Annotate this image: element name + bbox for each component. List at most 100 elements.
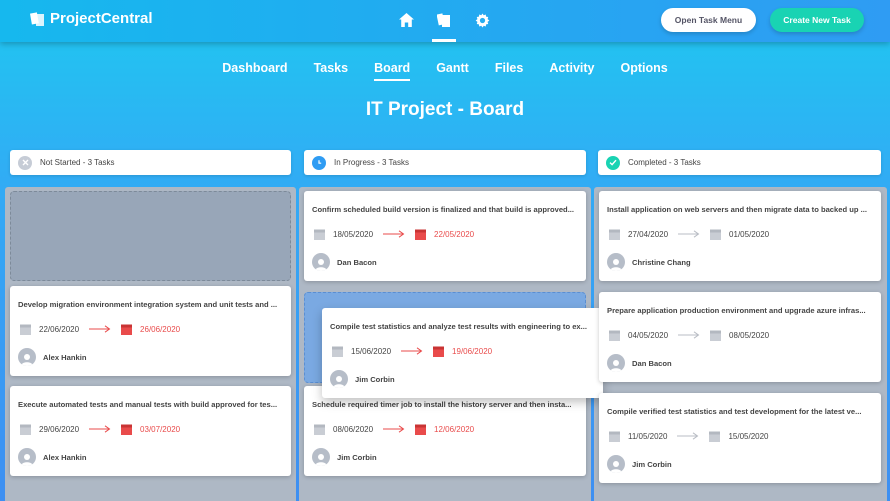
calendar-icon	[20, 424, 31, 435]
tasks-icon[interactable]	[432, 13, 456, 42]
calendar-icon	[609, 229, 620, 240]
tab-tasks[interactable]: Tasks	[301, 61, 362, 75]
start-date: 18/05/2020	[333, 229, 374, 239]
assignee-name: Jim Corbin	[337, 452, 377, 462]
column-header-in-progress: In Progress - 3 Tasks	[304, 150, 586, 175]
avatar	[330, 370, 348, 388]
task-card[interactable]: Confirm scheduled build version is final…	[304, 191, 586, 281]
calendar-icon	[20, 324, 31, 335]
end-date: 01/05/2020	[729, 229, 770, 239]
app-logo[interactable]: ProjectCentral	[30, 10, 153, 27]
start-date: 22/06/2020	[39, 324, 80, 334]
column-header-not-started: Not Started - 3 Tasks	[10, 150, 291, 175]
task-card[interactable]: Execute automated tests and manual tests…	[10, 386, 291, 476]
arrow-right-icon	[678, 331, 700, 339]
avatar	[18, 348, 36, 366]
task-title: Schedule required timer job to install t…	[312, 400, 572, 409]
calendar-due-icon	[121, 424, 133, 435]
calendar-icon	[710, 330, 722, 341]
calendar-due-icon	[415, 424, 427, 435]
settings-icon[interactable]	[472, 13, 492, 31]
start-date: 08/06/2020	[333, 424, 374, 434]
calendar-icon	[314, 229, 325, 240]
calendar-due-icon	[415, 229, 427, 240]
task-title: Prepare application production environme…	[607, 306, 866, 315]
top-bar: ProjectCentral Open Task Menu Create New…	[0, 0, 890, 42]
page-title: IT Project - Board	[365, 99, 525, 120]
column-header-completed: Completed - 3 Tasks	[598, 150, 881, 175]
start-date: 29/06/2020	[39, 424, 80, 434]
start-date: 15/06/2020	[351, 346, 392, 356]
tab-options[interactable]: Options	[608, 61, 681, 75]
end-date: 08/05/2020	[729, 330, 770, 340]
arrow-right-icon	[677, 432, 699, 440]
assignee-name: Dan Bacon	[632, 358, 672, 368]
end-date: 19/06/2020	[452, 346, 493, 356]
check-circle-icon	[606, 155, 620, 170]
app-title: ProjectCentral	[50, 10, 153, 27]
arrow-right-icon	[89, 325, 111, 333]
calendar-icon	[609, 330, 620, 341]
task-title: Compile test statistics and analyze test…	[330, 322, 587, 331]
task-title: Install application on web servers and t…	[607, 205, 867, 214]
create-new-task-button[interactable]: Create New Task	[770, 8, 864, 32]
tab-files[interactable]: Files	[482, 61, 537, 75]
calendar-icon	[709, 431, 721, 442]
assignee-name: Jim Corbin	[632, 459, 672, 469]
assignee-name: Christine Chang	[632, 257, 691, 267]
logo-icon	[30, 11, 44, 26]
end-date: 15/05/2020	[728, 431, 769, 441]
task-title: Compile verified test statistics and tes…	[607, 407, 862, 416]
end-date: 22/05/2020	[434, 229, 475, 239]
task-card[interactable]: Compile verified test statistics and tes…	[599, 393, 881, 483]
arrow-right-icon	[383, 230, 405, 238]
board-subnav: Dashboard Tasks Board Gantt Files Activi…	[0, 61, 890, 81]
arrow-right-icon	[678, 230, 700, 238]
arrow-right-icon	[89, 425, 111, 433]
close-circle-icon	[18, 155, 32, 170]
tab-activity[interactable]: Activity	[536, 61, 607, 75]
end-date: 03/07/2020	[140, 424, 181, 434]
task-card[interactable]: Develop migration environment integratio…	[10, 286, 291, 376]
calendar-due-icon	[121, 324, 133, 335]
start-date: 27/04/2020	[628, 229, 669, 239]
tab-dashboard[interactable]: Dashboard	[209, 61, 300, 75]
assignee-name: Dan Bacon	[337, 257, 377, 267]
open-task-menu-button[interactable]: Open Task Menu	[661, 8, 756, 32]
arrow-right-icon	[401, 347, 423, 355]
assignee-name: Alex Hankin	[43, 352, 87, 362]
avatar	[607, 253, 625, 271]
calendar-icon	[609, 431, 620, 442]
task-card[interactable]: Install application on web servers and t…	[599, 191, 881, 281]
task-card[interactable]: Schedule required timer job to install t…	[304, 386, 586, 476]
column-title: In Progress - 3 Tasks	[334, 158, 409, 167]
avatar	[607, 455, 625, 473]
calendar-due-icon	[433, 346, 445, 357]
dragging-task-card[interactable]: Compile test statistics and analyze test…	[322, 308, 603, 398]
avatar	[312, 253, 330, 271]
task-title: Develop migration environment integratio…	[18, 300, 278, 309]
column-title: Completed - 3 Tasks	[628, 158, 701, 167]
clock-icon	[312, 155, 326, 170]
calendar-icon	[314, 424, 325, 435]
end-date: 26/06/2020	[140, 324, 181, 334]
task-card[interactable]: Prepare application production environme…	[599, 292, 881, 382]
home-icon[interactable]	[396, 13, 416, 31]
avatar	[18, 448, 36, 466]
start-date: 11/05/2020	[628, 431, 668, 441]
start-date: 04/05/2020	[628, 330, 669, 340]
avatar	[607, 354, 625, 372]
task-title: Execute automated tests and manual tests…	[18, 400, 278, 409]
calendar-icon	[332, 346, 343, 357]
avatar	[312, 448, 330, 466]
tab-gantt[interactable]: Gantt	[423, 61, 482, 75]
drop-placeholder[interactable]	[10, 191, 291, 281]
column-title: Not Started - 3 Tasks	[40, 158, 115, 167]
arrow-right-icon	[383, 425, 405, 433]
tab-board[interactable]: Board	[361, 61, 423, 81]
assignee-name: Alex Hankin	[43, 452, 87, 462]
task-title: Confirm scheduled build version is final…	[312, 205, 575, 214]
assignee-name: Jim Corbin	[355, 374, 395, 384]
calendar-icon	[710, 229, 722, 240]
end-date: 12/06/2020	[434, 424, 475, 434]
